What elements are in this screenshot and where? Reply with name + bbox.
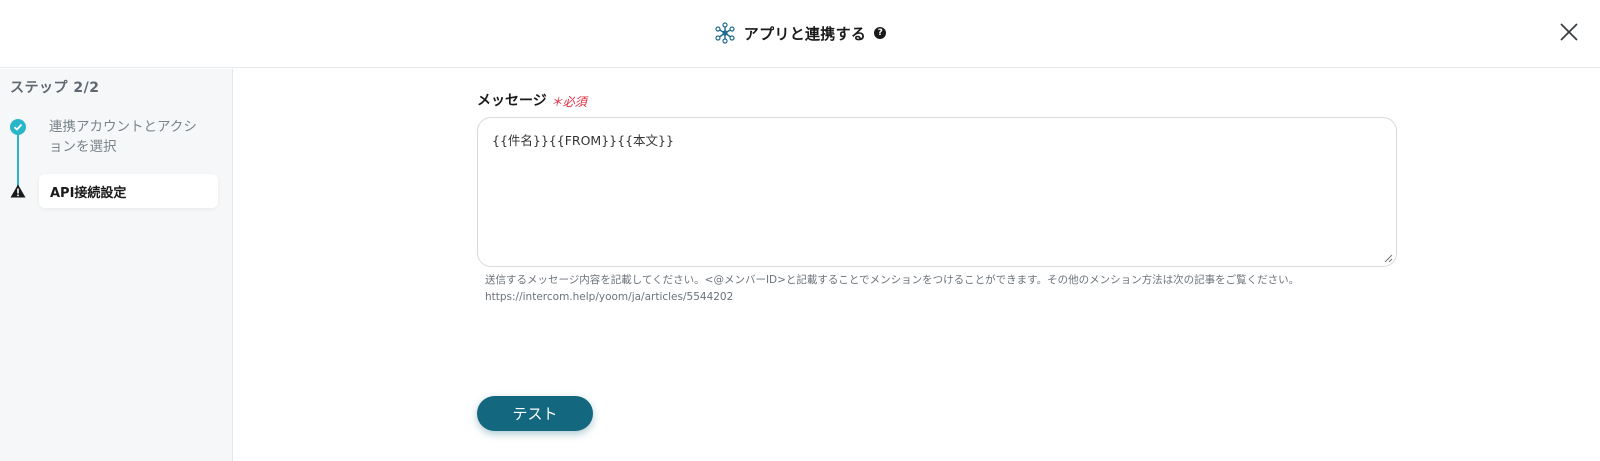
header-title-group: アプリと連携する ? <box>0 20 1600 46</box>
integration-hub-icon <box>715 22 735 44</box>
message-textarea[interactable]: {{件名}}{{FROM}}{{本文}} <box>477 117 1397 267</box>
step-sidebar: ステップ 2/2 連携アカウントとアクションを選択 API接続設定 <box>0 69 233 461</box>
step-counter: ステップ 2/2 <box>10 80 100 96</box>
message-label: メッセージ <box>477 93 547 109</box>
modal-title: アプリと連携する <box>743 24 867 43</box>
help-article-link[interactable]: https://intercom.help/yoom/ja/articles/5… <box>485 289 1405 306</box>
sidebar-item-select-action[interactable]: 連携アカウントとアクションを選択 <box>49 117 209 157</box>
help-icon[interactable]: ? <box>874 27 887 39</box>
help-description: 送信するメッセージ内容を記載してください。<@メンバーID>と記載することでメン… <box>485 274 1300 286</box>
message-label-row: メッセージ ＊必須 <box>477 90 587 110</box>
step-connector <box>17 127 19 189</box>
sidebar-item-api-settings[interactable]: API接続設定 <box>39 174 218 208</box>
close-icon[interactable] <box>1558 21 1580 43</box>
test-button[interactable]: テスト <box>477 396 593 431</box>
message-value: {{件名}}{{FROM}}{{本文}} <box>492 133 674 148</box>
warning-icon <box>10 184 26 198</box>
resize-handle-icon[interactable] <box>1383 253 1393 263</box>
check-icon <box>10 119 26 135</box>
message-help-text: 送信するメッセージ内容を記載してください。<@メンバーID>と記載することでメン… <box>485 272 1405 306</box>
modal-header: アプリと連携する ? <box>0 0 1600 68</box>
sidebar-item-label: API接続設定 <box>50 185 127 201</box>
required-badge: ＊必須 <box>550 94 587 109</box>
